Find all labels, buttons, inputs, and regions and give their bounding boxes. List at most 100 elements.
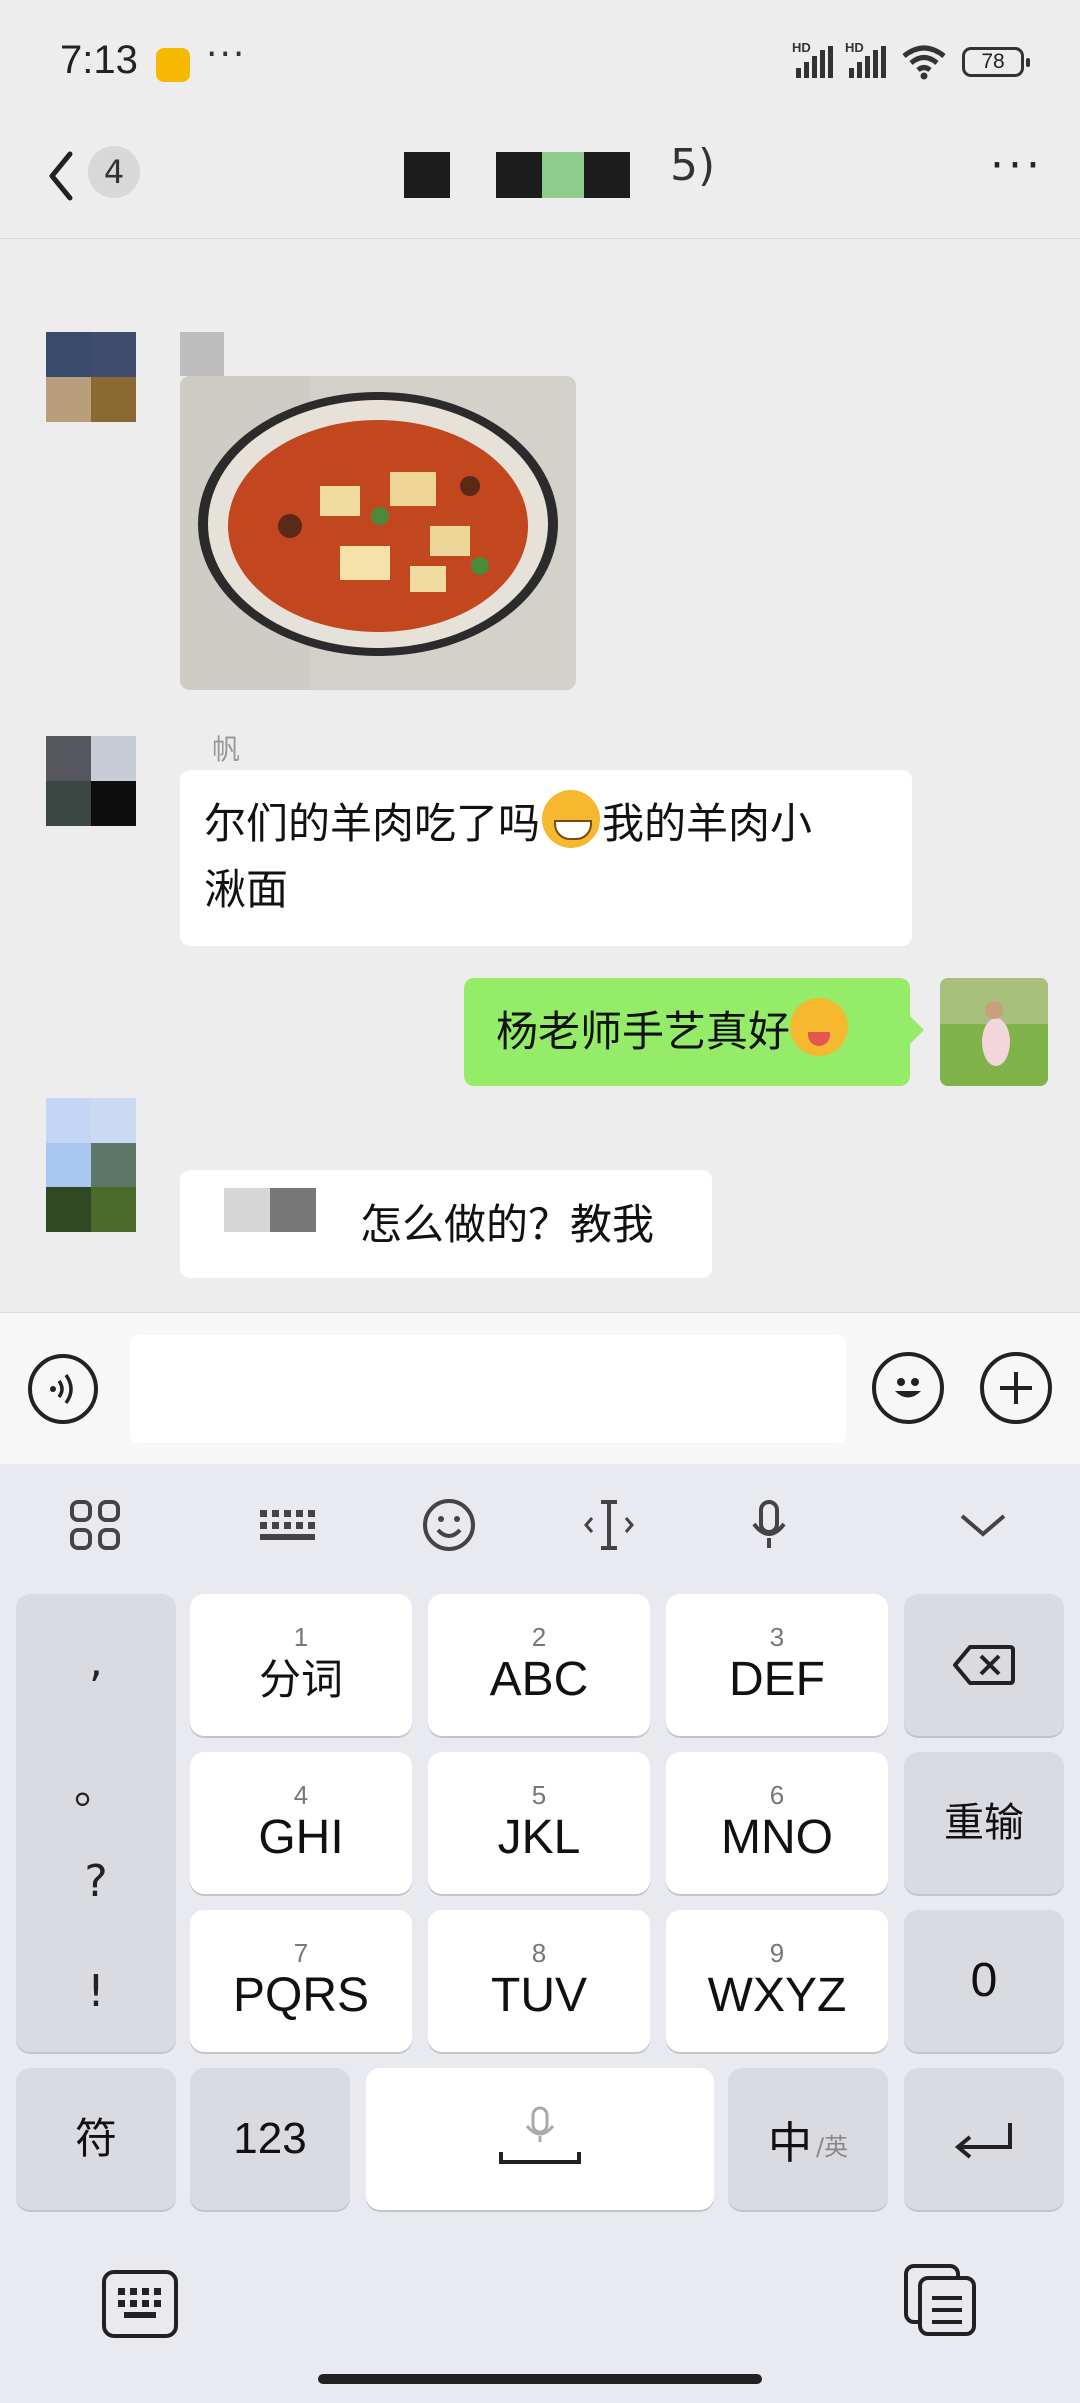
- sender-name-redacted: [180, 332, 224, 376]
- wink-tongue-emoji-icon: [790, 998, 849, 1056]
- hd-label: HD: [792, 40, 811, 55]
- key-number: 5: [531, 1780, 547, 1810]
- enter-key[interactable]: [904, 2068, 1064, 2210]
- key-7[interactable]: 7 PQRS: [190, 1910, 412, 2052]
- keyboard-layout-icon[interactable]: [252, 1490, 322, 1560]
- key-label: TUV: [491, 1969, 587, 2022]
- key-number: 3: [769, 1622, 785, 1652]
- key-number: 6: [769, 1780, 785, 1810]
- message-text-line2: 湫面: [204, 865, 289, 914]
- key-label: 重输: [944, 1800, 1024, 1846]
- key-number: 8: [531, 1938, 547, 1968]
- hd-label-2: HD: [845, 40, 864, 55]
- more-options-button[interactable]: ···: [990, 140, 1044, 191]
- switch-keyboard-icon[interactable]: [102, 2270, 178, 2338]
- key-label: DEF: [729, 1653, 825, 1706]
- key-1[interactable]: 1 分词: [190, 1594, 412, 1736]
- emoji-button[interactable]: [872, 1352, 944, 1424]
- lang-main-label: 中: [767, 2118, 812, 2169]
- chat-title-redacted-3: [542, 152, 584, 198]
- backspace-icon: [953, 1645, 1015, 1685]
- message-input[interactable]: [130, 1335, 846, 1443]
- cursor-icon[interactable]: [574, 1490, 644, 1560]
- emoji-icon[interactable]: [414, 1490, 484, 1560]
- message-text: 怎么做的？教我: [360, 1200, 655, 1249]
- grin-emoji-icon: [542, 790, 601, 848]
- food-bowl-photo: [180, 376, 576, 690]
- key-label: 0: [970, 1954, 998, 2007]
- key-2[interactable]: 2 ABC: [428, 1594, 650, 1736]
- signal-icon-2: HD: [845, 40, 886, 78]
- backspace-key[interactable]: [904, 1594, 1064, 1736]
- message-text-cont: 我的羊肉小: [602, 799, 813, 848]
- battery-icon: 78: [962, 47, 1030, 77]
- smiley-icon: [895, 1378, 921, 1398]
- key-label: 符: [74, 2114, 117, 2163]
- my-avatar-photo: [940, 978, 1048, 1086]
- exclamation-key[interactable]: !: [16, 1966, 176, 2017]
- voice-icon[interactable]: [734, 1490, 804, 1560]
- nav-divider: [0, 238, 1080, 239]
- keyboard-glyph: [118, 2288, 161, 2318]
- key-number: 9: [769, 1938, 785, 1968]
- chat-title-redacted-1: [404, 152, 450, 198]
- more-features-button[interactable]: [980, 1352, 1052, 1424]
- more-notifications-icon: ···: [206, 34, 247, 75]
- chat-title-redacted-2: [496, 152, 542, 198]
- key-3[interactable]: 3 DEF: [666, 1594, 888, 1736]
- message-bubble[interactable]: 尔们的羊肉吃了吗 我的羊肉小 湫面: [180, 770, 912, 946]
- key-8[interactable]: 8 TUV: [428, 1910, 650, 2052]
- question-key[interactable]: ?: [16, 1856, 176, 1907]
- key-label: MNO: [721, 1811, 833, 1864]
- redacted-text-2: [270, 1188, 316, 1232]
- zero-key[interactable]: 0: [904, 1910, 1064, 2052]
- numbers-key[interactable]: 123: [190, 2068, 350, 2210]
- language-toggle-key[interactable]: 中 /英: [728, 2068, 888, 2210]
- voice-input-button[interactable]: [28, 1354, 98, 1424]
- key-label: ABC: [489, 1653, 589, 1706]
- key-label: 分词: [258, 1655, 343, 1704]
- apps-grid-icon[interactable]: [60, 1490, 130, 1560]
- sender-name: 帆: [212, 733, 241, 766]
- symbols-key[interactable]: 符: [16, 2068, 176, 2210]
- status-bar: 7:13 ··· HD HD 78: [0, 0, 1080, 130]
- message-text: 尔们的羊肉吃了吗: [204, 799, 541, 848]
- notification-app-icon: [156, 48, 190, 82]
- key-label: GHI: [258, 1811, 344, 1864]
- redacted-text-1: [224, 1188, 270, 1232]
- unread-count-badge: 4: [88, 146, 140, 198]
- space-mic-icon: [499, 2106, 581, 2164]
- lang-alt-label: /英: [815, 2132, 849, 2161]
- key-5[interactable]: 5 JKL: [428, 1752, 650, 1894]
- key-number: 7: [293, 1938, 309, 1968]
- key-label: JKL: [497, 1811, 581, 1864]
- period-key[interactable]: 。: [16, 1752, 176, 1816]
- message-image[interactable]: [180, 376, 576, 690]
- clipboard-icon[interactable]: [902, 2262, 980, 2338]
- avatar[interactable]: [46, 1098, 136, 1232]
- collapse-keyboard-icon[interactable]: [948, 1490, 1018, 1560]
- enter-icon: [954, 2123, 1012, 2159]
- avatar[interactable]: [46, 332, 136, 422]
- key-4[interactable]: 4 GHI: [190, 1752, 412, 1894]
- message-bubble[interactable]: 怎么做的？教我: [180, 1170, 712, 1278]
- key-6[interactable]: 6 MNO: [666, 1752, 888, 1894]
- wifi-icon: [902, 45, 946, 80]
- home-indicator[interactable]: [318, 2374, 762, 2384]
- status-time: 7:13: [60, 38, 138, 82]
- status-icons: HD HD 78: [792, 40, 1030, 82]
- key-9[interactable]: 9 WXYZ: [666, 1910, 888, 2052]
- chat-title-member-count: 5): [670, 140, 716, 191]
- chat-title-redacted-4: [584, 152, 630, 198]
- reinput-key[interactable]: 重输: [904, 1752, 1064, 1894]
- comma-key[interactable]: ,: [16, 1636, 176, 1687]
- key-label: PQRS: [232, 1969, 370, 2022]
- voice-wave-icon: [50, 1373, 73, 1405]
- signal-icon: HD: [792, 40, 833, 78]
- my-message-bubble[interactable]: 杨老师手艺真好: [464, 978, 910, 1086]
- key-number: 4: [293, 1780, 309, 1810]
- plus-icon: [1000, 1372, 1032, 1404]
- avatar[interactable]: [46, 736, 136, 826]
- my-avatar[interactable]: [940, 978, 1048, 1086]
- space-key[interactable]: [366, 2068, 714, 2210]
